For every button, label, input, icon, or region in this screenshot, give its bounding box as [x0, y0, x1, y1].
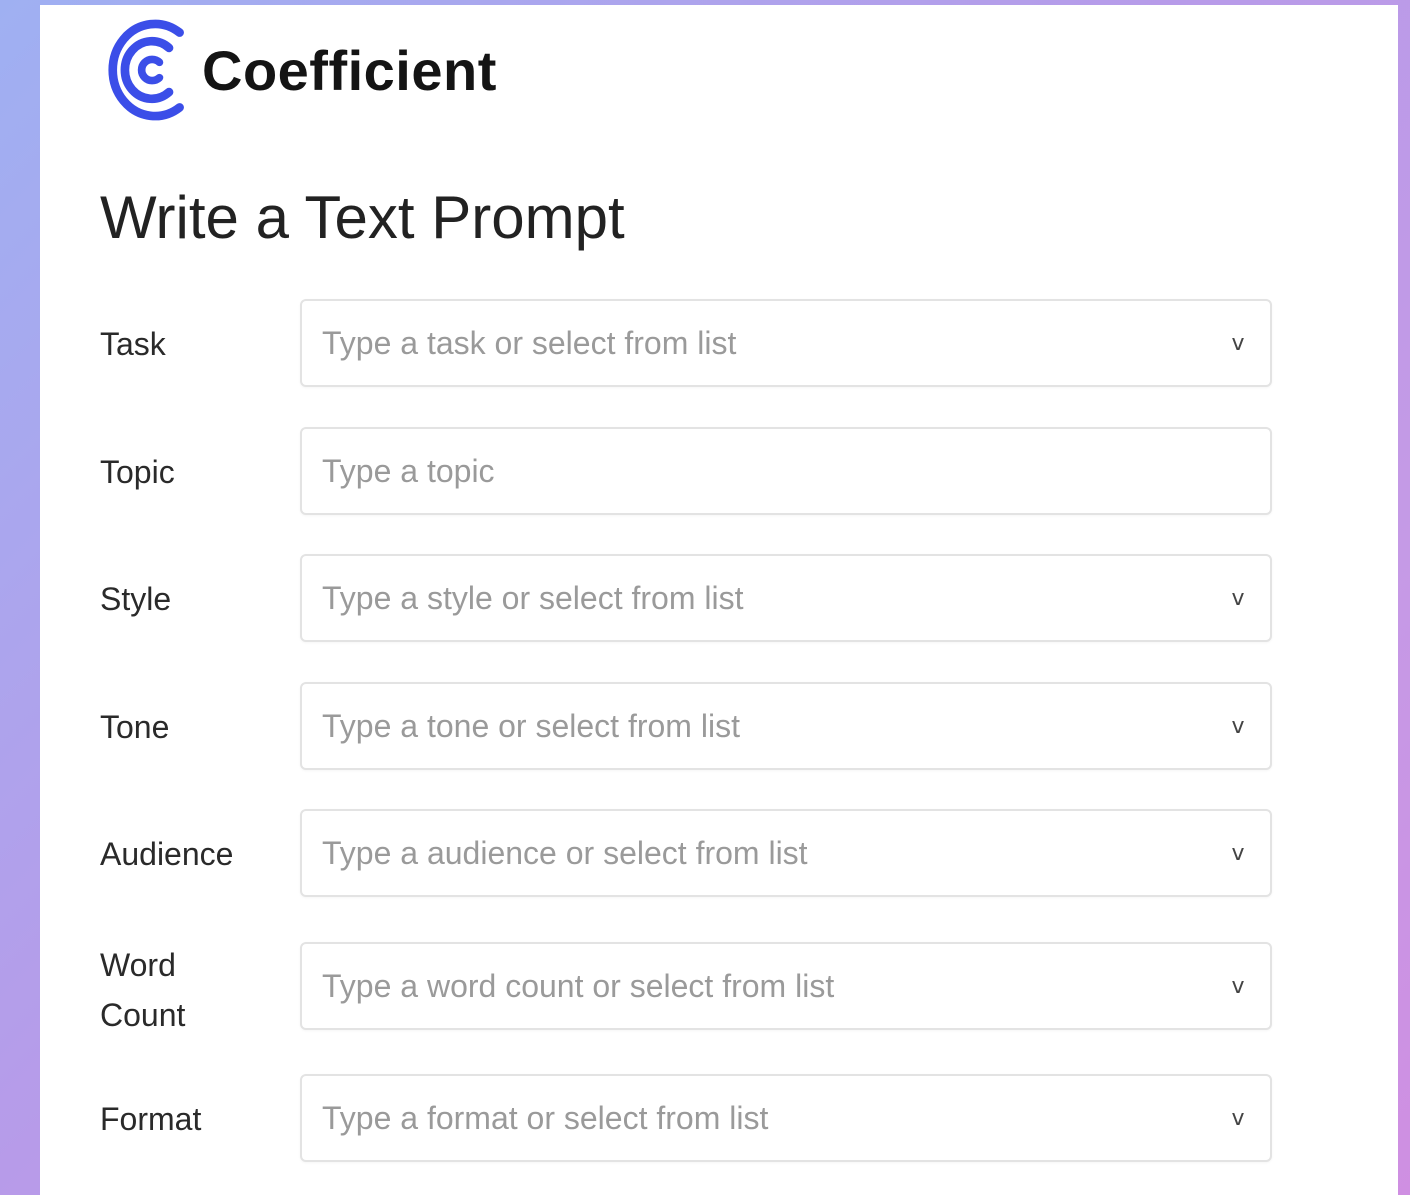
word-count-label: Word Count — [100, 947, 186, 1033]
style-combobox[interactable]: v — [300, 554, 1272, 642]
audience-combobox[interactable]: v — [300, 809, 1272, 897]
chevron-down-icon[interactable]: v — [1218, 974, 1258, 999]
topic-label: Topic — [100, 454, 175, 490]
word-count-combobox[interactable]: v — [300, 942, 1272, 1030]
style-label: Style — [100, 581, 172, 617]
chevron-down-icon[interactable]: v — [1218, 841, 1258, 866]
brand-header: Coefficient — [98, 15, 497, 125]
chevron-down-icon[interactable]: v — [1218, 586, 1258, 611]
tone-input[interactable] — [302, 684, 1218, 768]
format-label: Format — [100, 1101, 202, 1137]
audience-label: Audience — [100, 836, 234, 872]
task-combobox[interactable]: v — [300, 299, 1272, 387]
format-input[interactable] — [302, 1076, 1218, 1160]
audience-input[interactable] — [302, 811, 1218, 895]
coefficient-logo-icon — [108, 19, 184, 121]
tone-label: Tone — [100, 709, 170, 745]
format-combobox[interactable]: v — [300, 1074, 1272, 1162]
page-title: Write a Text Prompt — [100, 184, 625, 251]
brand-name: Coefficient — [202, 38, 497, 102]
chevron-down-icon[interactable]: v — [1218, 714, 1258, 739]
topic-field[interactable] — [300, 427, 1272, 515]
tone-combobox[interactable]: v — [300, 682, 1272, 770]
task-label: Task — [100, 326, 166, 362]
chevron-down-icon[interactable]: v — [1218, 1106, 1258, 1131]
chevron-down-icon[interactable]: v — [1218, 331, 1258, 356]
prompt-panel: Coefficient Write a Text Prompt Task v T… — [40, 5, 1398, 1195]
task-input[interactable] — [302, 301, 1218, 385]
word-count-input[interactable] — [302, 944, 1218, 1028]
style-input[interactable] — [302, 556, 1218, 640]
topic-input[interactable] — [302, 429, 1270, 513]
